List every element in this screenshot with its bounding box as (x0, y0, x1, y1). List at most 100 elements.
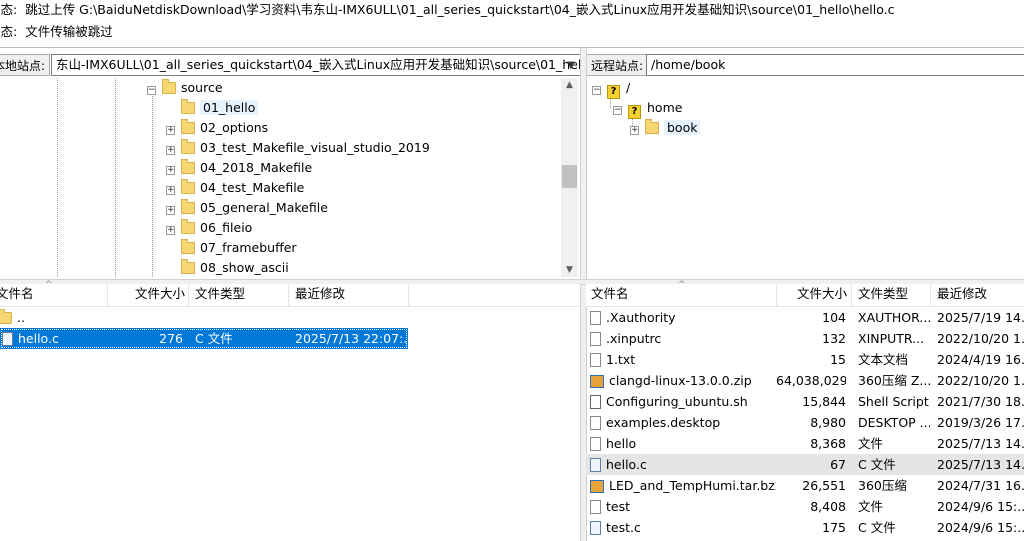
list-item[interactable]: examples.desktop 8,980 DESKTOP ... 2019/3/2… (586, 412, 1024, 433)
list-item[interactable]: LED_and_TempHumi.tar.bz2 26,551 360压缩 2024/… (586, 475, 1024, 496)
tree-item-07[interactable]: 07_framebuffer (166, 238, 297, 258)
list-item[interactable]: hello.c 67 C 文件 2025/7/13 14... (586, 454, 1024, 475)
local-site-label: 本地站点: (0, 54, 51, 76)
file-size: 15 (830, 352, 846, 367)
file-size: 67 (830, 457, 846, 472)
column-header-modified[interactable]: 最近修改 (937, 284, 987, 304)
tree-item-03[interactable]: +03_test_Makefile_visual_studio_2019 (166, 138, 430, 158)
file-type: C 文件 (858, 520, 896, 535)
folder-icon (181, 139, 195, 154)
tree-item-label: 01_hello (200, 100, 259, 115)
list-item[interactable]: Configuring_ubuntu.sh 15,844 Shell Script 2… (586, 391, 1024, 412)
scroll-up-icon[interactable]: ▲ (561, 78, 578, 92)
question-folder-icon: ? (628, 105, 641, 119)
tree-item-label: 08_show_ascii (200, 260, 289, 275)
tree-item-home[interactable]: −? home (613, 98, 682, 119)
file-name: .Xauthority (606, 310, 676, 325)
local-tree-scrollbar[interactable]: ▲ ▼ (561, 78, 578, 277)
expand-icon[interactable]: + (166, 126, 175, 135)
file-type: 文本文档 (858, 352, 909, 367)
file-modified: 2021/7/30 18... (937, 394, 1024, 409)
collapse-icon[interactable]: − (592, 86, 601, 95)
status-message: 文件传输被跳过 (25, 24, 113, 39)
scroll-down-icon[interactable]: ▼ (561, 263, 578, 277)
file-name: test.c (606, 520, 641, 535)
tree-item-label: 04_test_Makefile (200, 180, 305, 195)
file-size: 15,844 (802, 394, 846, 409)
file-modified: 2024/4/19 16... (937, 352, 1024, 367)
column-header-type[interactable]: 文件类型 (195, 284, 245, 304)
file-name: hello (606, 436, 637, 451)
remote-site-label: 远程站点: (586, 54, 649, 76)
list-item[interactable]: test 8,408 文件 2024/9/6 15:... (586, 496, 1024, 517)
list-item[interactable]: test.c 175 C 文件 2024/9/6 15:... (586, 517, 1024, 538)
file-size: 26,551 (802, 478, 846, 493)
tree-item-label: 05_general_Makefile (200, 200, 328, 215)
tree-item-04-2018[interactable]: +04_2018_Makefile (166, 158, 312, 178)
tree-item-label: 06_fileio (200, 220, 253, 235)
expand-icon[interactable]: + (166, 146, 175, 155)
file-icon (590, 311, 601, 325)
file-modified: 2024/9/6 15:... (937, 520, 1024, 535)
chevron-down-icon[interactable]: ▼ (562, 54, 580, 76)
tree-item-label: / (626, 80, 631, 95)
tree-item-book[interactable]: + book (630, 118, 701, 138)
tree-item-label: 02_options (200, 120, 269, 135)
expand-icon[interactable]: + (630, 126, 639, 135)
tree-item-01-hello[interactable]: 01_hello (166, 98, 259, 118)
expand-icon[interactable]: + (166, 206, 175, 215)
tree-item-05[interactable]: +05_general_Makefile (166, 198, 328, 218)
expand-icon[interactable]: + (166, 186, 175, 195)
collapse-icon[interactable]: − (613, 106, 622, 115)
tree-item-08[interactable]: 08_show_ascii (166, 258, 289, 277)
tree-item-label: source (181, 80, 223, 95)
file-name: .xinputrc (606, 331, 662, 346)
status-label: 状态: (0, 2, 18, 17)
file-modified: 2022/10/20 1... (937, 331, 1024, 346)
scroll-thumb[interactable] (562, 165, 577, 188)
c-file-icon (2, 332, 13, 346)
remote-tree: −? / −? home + book (586, 78, 1024, 277)
tree-item-source[interactable]: − source (147, 78, 223, 98)
list-item[interactable]: .xinputrc 132 XINPUTR... 2022/10/20 1... (586, 328, 1024, 349)
file-type: DESKTOP ... (858, 415, 930, 430)
file-modified: 2022/10/20 1... (937, 373, 1024, 388)
list-item[interactable]: .. (0, 307, 408, 328)
column-header-modified[interactable]: 最近修改 (295, 284, 345, 304)
tree-item-04-test[interactable]: +04_test_Makefile (166, 178, 304, 198)
tree-item-06[interactable]: +06_fileio (166, 218, 252, 238)
column-header-size[interactable]: 文件大小 (797, 284, 847, 304)
column-header-name[interactable]: 文件名 (0, 284, 34, 304)
question-folder-icon: ? (607, 85, 620, 99)
column-header-type[interactable]: 文件类型 (858, 284, 908, 304)
column-header-size[interactable]: 文件大小 (135, 284, 185, 304)
file-size: 8,408 (810, 499, 846, 514)
tree-item-02-options[interactable]: +02_options (166, 118, 268, 138)
list-item[interactable]: hello 8,368 文件 2025/7/13 14... (586, 433, 1024, 454)
file-type: 文件 (858, 436, 884, 451)
list-item[interactable]: .Xauthority 104 XAUTHOR... 2025/7/19 14... (586, 307, 1024, 328)
sort-arrow-icon: ^ (678, 280, 686, 290)
file-type: 文件 (858, 499, 884, 514)
list-item[interactable]: clangd-linux-13.0.0.zip 64,038,029 360压缩 Z… (586, 370, 1024, 391)
local-path-input[interactable]: 东山-IMX6ULL\01_all_series_quickstart\04_嵌… (51, 54, 582, 76)
file-icon (590, 437, 601, 451)
file-modified: 2024/7/31 16... (937, 478, 1024, 493)
expand-icon[interactable]: + (166, 226, 175, 235)
column-header-name[interactable]: 文件名 (591, 284, 629, 304)
file-modified: 2025/7/13 14... (937, 436, 1024, 451)
file-name: Configuring_ubuntu.sh (606, 394, 748, 409)
script-icon (590, 395, 601, 409)
collapse-icon[interactable]: − (147, 86, 156, 95)
list-item-selected[interactable]: hello.c 276 C 文件 2025/7/13 22:07:... (0, 328, 408, 349)
folder-icon (181, 119, 195, 134)
tree-item-root[interactable]: −? / (592, 78, 631, 99)
folder-icon (181, 99, 195, 114)
remote-path-input[interactable]: /home/book (646, 54, 1024, 76)
file-type: XAUTHOR... (858, 310, 930, 325)
text-file-icon (590, 353, 601, 367)
file-size: 8,368 (810, 436, 846, 451)
expand-icon[interactable]: + (166, 166, 175, 175)
file-type: 360压缩 Z... (858, 373, 930, 388)
list-item[interactable]: 1.txt 15 文本文档 2024/4/19 16... (586, 349, 1024, 370)
